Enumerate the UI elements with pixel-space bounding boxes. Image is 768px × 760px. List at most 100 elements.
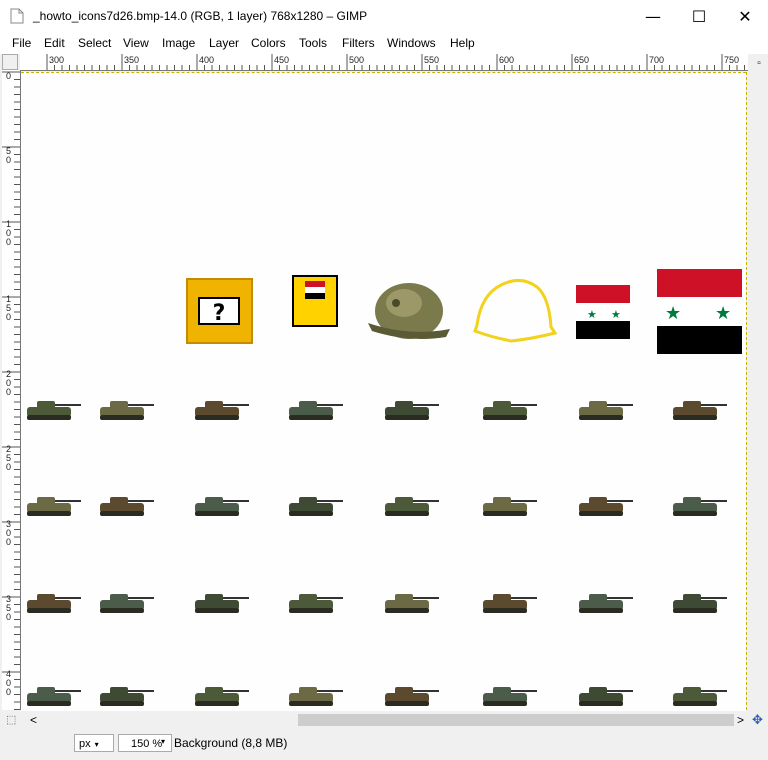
tank-icon — [385, 687, 439, 706]
zoom-value: 150 % — [131, 738, 163, 750]
helmet-icon — [368, 283, 450, 339]
flag-card-icon — [292, 275, 338, 327]
tank-icon — [673, 594, 727, 613]
menu-tools[interactable]: Tools — [299, 36, 327, 50]
tank-icon — [579, 497, 633, 516]
image-canvas[interactable]: ? ★ ★ ★ ★ — [21, 72, 746, 711]
window-title: _howto_icons7d26.bmp-14.0 (RGB, 1 layer)… — [33, 9, 368, 23]
tank-icon — [100, 687, 154, 706]
hruler-label: 600 — [499, 55, 515, 65]
tank-icon — [27, 594, 81, 613]
tank-icon — [673, 687, 727, 706]
svg-text:★: ★ — [715, 303, 731, 324]
tank-icon — [100, 594, 154, 613]
vruler-label: 350 — [6, 594, 12, 622]
hruler-label: 300 — [49, 55, 65, 65]
tank-icon — [195, 497, 249, 516]
menu-file[interactable]: File — [12, 36, 31, 50]
hruler-label: 700 — [649, 55, 665, 65]
maximize-icon: ☐ — [691, 6, 707, 26]
menu-edit[interactable]: Edit — [44, 36, 65, 50]
pointer-icon: ⬚ — [6, 714, 17, 726]
hruler-label: 750 — [724, 55, 740, 65]
tank-icon — [385, 594, 439, 613]
horizontal-scroll-thumb[interactable] — [298, 714, 734, 726]
menu-filters[interactable]: Filters — [342, 36, 375, 50]
tank-icon — [195, 594, 249, 613]
scroll-left-arrow[interactable]: < — [30, 713, 37, 727]
tank-icon — [579, 594, 633, 613]
chevron-down-icon[interactable]: ▾ — [161, 737, 165, 746]
syria-flag-large: ★ ★ — [657, 269, 742, 354]
vruler-label: 400 — [6, 669, 12, 697]
quick-mask-corner[interactable] — [2, 54, 18, 70]
hruler-label: 650 — [574, 55, 590, 65]
layer-info: Background (8,8 MB) — [174, 736, 288, 750]
close-button[interactable]: ✕ — [722, 0, 768, 32]
tank-icon — [579, 401, 633, 420]
tank-icon — [289, 497, 343, 516]
minimize-icon: — — [645, 6, 661, 26]
vertical-ruler: 0 50 100 150 200 250 300 350 400 — [2, 70, 21, 710]
svg-text:★: ★ — [665, 303, 681, 324]
tank-icon — [483, 594, 537, 613]
menu-layer[interactable]: Layer — [209, 36, 239, 50]
navigate-icon[interactable]: ✥ — [752, 712, 763, 728]
menu-view[interactable]: View — [123, 36, 149, 50]
tank-icon — [100, 401, 154, 420]
menu-select[interactable]: Select — [78, 36, 111, 50]
svg-text:★: ★ — [611, 308, 621, 321]
vruler-label: 200 — [6, 369, 12, 397]
close-icon: ✕ — [738, 6, 752, 26]
tank-icon — [673, 497, 727, 516]
vruler-label: 0 — [6, 71, 12, 81]
tank-icon — [27, 401, 81, 420]
tank-icon — [289, 594, 343, 613]
unit-value: px — [79, 738, 91, 750]
maximize-button[interactable]: ☐ — [676, 0, 722, 32]
status-bar — [0, 730, 768, 760]
tank-icon — [483, 497, 537, 516]
tank-icon — [27, 497, 81, 516]
gimp-file-icon — [10, 8, 24, 24]
hruler-label: 350 — [124, 55, 140, 65]
tank-icon — [673, 401, 727, 420]
hruler-label: 450 — [274, 55, 290, 65]
chevron-down-icon: ▾ — [94, 740, 99, 749]
zoom-window-icon[interactable]: ▫ — [750, 54, 768, 72]
canvas-border — [746, 72, 749, 710]
tank-icon — [579, 687, 633, 706]
tank-icon — [483, 687, 537, 706]
tank-icon — [385, 401, 439, 420]
helmet-outline-icon — [473, 279, 557, 343]
tank-icon — [195, 687, 249, 706]
vruler-label: 300 — [6, 519, 12, 547]
tank-icon — [289, 687, 343, 706]
vruler-label: 150 — [6, 294, 12, 322]
tank-icon — [289, 401, 343, 420]
syria-flag-medium: ★ ★ — [576, 285, 630, 339]
tank-icon — [100, 497, 154, 516]
menu-bar: File Edit Select View Image Layer Colors… — [0, 32, 768, 54]
menu-colors[interactable]: Colors — [251, 36, 286, 50]
scroll-right-arrow[interactable]: > — [737, 713, 744, 727]
tank-icon — [483, 401, 537, 420]
minimize-button[interactable]: — — [630, 0, 676, 32]
hruler-label: 400 — [199, 55, 215, 65]
help-glyph: ? — [213, 301, 226, 326]
vruler-label: 250 — [6, 444, 12, 472]
svg-text:★: ★ — [587, 308, 597, 321]
tank-icon — [385, 497, 439, 516]
horizontal-ruler: 300 350 400 450 500 550 600 650 700 750 — [20, 54, 748, 71]
hruler-label: 500 — [349, 55, 365, 65]
tank-icon — [27, 687, 81, 706]
help-question-icon: ? — [186, 278, 253, 344]
menu-help[interactable]: Help — [450, 36, 475, 50]
unit-select[interactable]: px ▾ — [74, 734, 114, 752]
vruler-label: 100 — [6, 219, 12, 247]
tank-icon — [195, 401, 249, 420]
menu-image[interactable]: Image — [162, 36, 195, 50]
vruler-label: 50 — [6, 146, 12, 165]
menu-windows[interactable]: Windows — [387, 36, 436, 50]
title-bar: _howto_icons7d26.bmp-14.0 (RGB, 1 layer)… — [0, 0, 768, 32]
